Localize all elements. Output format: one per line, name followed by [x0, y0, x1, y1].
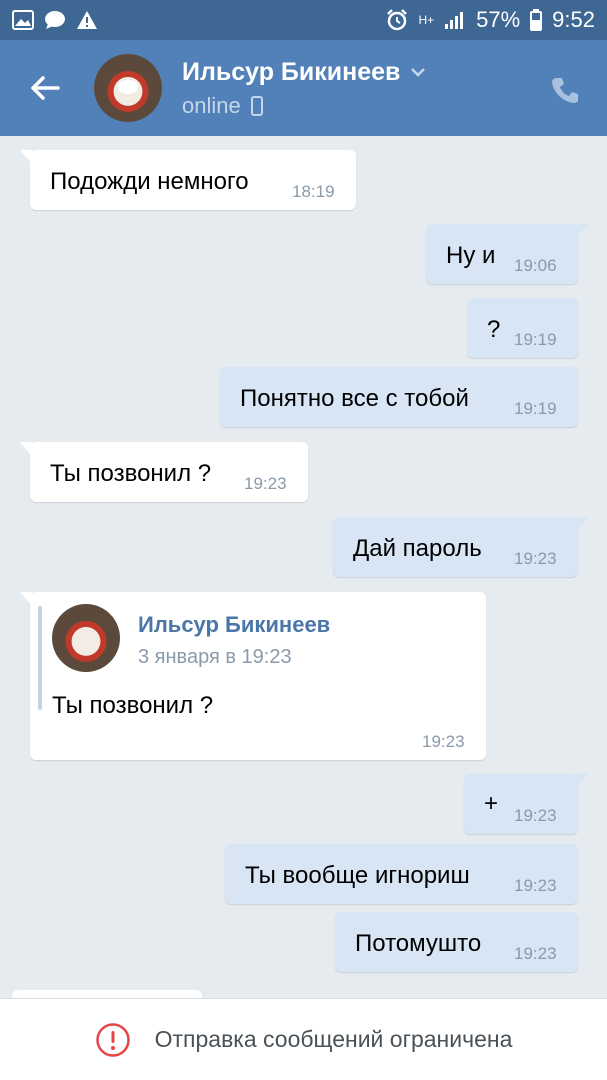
arrow-left-icon — [31, 76, 60, 100]
status-bar: H+ 57% 9:52 — [0, 0, 607, 40]
chevron-down-icon — [411, 68, 426, 77]
forward-date: 3 января в 19:23 — [138, 646, 292, 668]
message-outgoing[interactable]: Ну и 19:06 — [426, 224, 588, 284]
message-outgoing[interactable]: Потомушто 19:23 — [335, 912, 578, 972]
contact-name: Ильсур Бикинеев — [182, 57, 401, 86]
mobile-phone-icon — [250, 95, 263, 116]
message-forwarded[interactable]: Ильсур Бикинеев 3 января в 19:23 Ты позв… — [20, 592, 486, 760]
warning-icon — [76, 10, 98, 30]
contact-info[interactable]: Ильсур Бикинеев online — [182, 58, 426, 119]
forward-bar — [38, 606, 42, 710]
message-text: Понятно все с тобой — [240, 385, 469, 412]
message-time: 19:23 — [422, 732, 465, 751]
message-outgoing[interactable]: Ты вообще игнориш 19:23 — [225, 844, 578, 904]
message-time: 18:19 — [292, 182, 335, 201]
message-outgoing[interactable]: Понятно все с тобой 19:19 — [220, 367, 578, 427]
alert-circle-icon — [95, 1022, 130, 1057]
call-button[interactable] — [545, 70, 585, 110]
forward-author[interactable]: Ильсур Бикинеев — [138, 612, 330, 638]
message-text: Дай пароль — [353, 535, 482, 562]
signal-icon — [444, 10, 466, 30]
status-left-icons — [12, 10, 98, 30]
alarm-icon — [386, 9, 408, 31]
message-incoming[interactable]: Подожди немного 18:19 — [20, 150, 356, 210]
message-text: Потомушто — [355, 930, 482, 957]
message-outgoing[interactable]: + 19:23 — [464, 774, 588, 834]
gallery-icon — [12, 10, 34, 30]
message-text: Ты позвонил ? — [50, 460, 212, 487]
message-text: Ты вообще игнориш — [245, 862, 470, 889]
status-right-icons: H+ 57% 9:52 — [386, 7, 595, 33]
phone-icon — [552, 78, 578, 103]
message-time: 19:23 — [244, 474, 287, 493]
chat-header: Ильсур Бикинеев online — [0, 40, 607, 136]
battery-icon — [530, 9, 543, 31]
restriction-notice: Отправка сообщений ограничена — [154, 1026, 513, 1052]
message-text: Подожди немного — [50, 168, 249, 195]
message-text: + — [484, 790, 499, 817]
contact-status: online — [182, 92, 241, 118]
message-time: 19:19 — [514, 399, 557, 418]
composer-disabled-bar: Отправка сообщений ограничена — [0, 998, 607, 1080]
forward-text: Ты позвонил ? — [52, 692, 214, 719]
message-outgoing[interactable]: Дай пароль 19:23 — [333, 517, 588, 577]
avatar[interactable] — [94, 54, 162, 122]
back-button[interactable] — [10, 40, 80, 136]
battery-percent: 57% — [476, 7, 521, 32]
message-incoming[interactable]: Ты позвонил ? 19:23 — [20, 442, 308, 502]
message-time: 19:23 — [514, 549, 557, 568]
message-time: 19:19 — [514, 330, 557, 349]
message-time: 19:23 — [514, 806, 557, 825]
message-list[interactable]: Подожди немного 18:19 Ну и 19:06 ? 19:19… — [0, 136, 607, 998]
chat-icon — [44, 10, 66, 30]
network-type: H+ — [418, 13, 435, 27]
message-time: 19:23 — [514, 944, 557, 963]
message-time: 19:06 — [514, 256, 557, 275]
message-text: ? — [487, 316, 501, 343]
clock: 9:52 — [552, 7, 595, 32]
forward-avatar[interactable] — [52, 604, 120, 672]
message-time: 19:23 — [514, 876, 557, 895]
message-outgoing[interactable]: ? 19:19 — [467, 298, 578, 358]
message-text: Ну и — [446, 242, 496, 269]
